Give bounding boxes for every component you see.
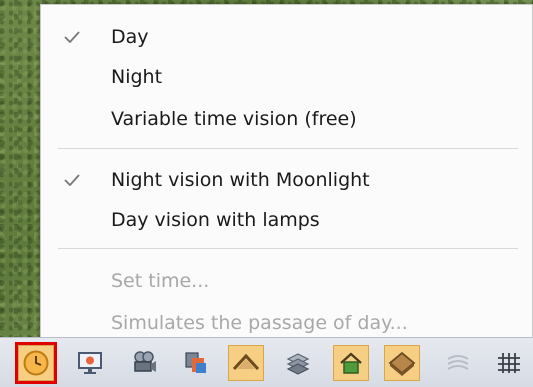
menu-item-label: Variable time vision (free): [111, 108, 357, 130]
menu-item-day[interactable]: Day: [41, 18, 532, 56]
house-icon: [340, 352, 362, 374]
menu-item-night[interactable]: Night: [41, 58, 532, 96]
checkmark-icon: [61, 26, 83, 48]
menu-item-label: Night: [111, 66, 163, 88]
clock-icon: [23, 350, 49, 376]
display-button[interactable]: [72, 345, 108, 381]
house-button[interactable]: [333, 345, 369, 381]
camera-button[interactable]: [126, 345, 162, 381]
walls-icon: [286, 353, 310, 375]
menu-item-label: Day vision with lamps: [111, 209, 320, 231]
floor-button[interactable]: [384, 345, 420, 381]
monitor-icon: [78, 352, 102, 374]
menu-item-label: Night vision with Moonlight: [111, 169, 370, 191]
roof-button[interactable]: [228, 345, 264, 381]
menu-separator: [58, 148, 518, 149]
bottom-toolbar: [0, 337, 533, 387]
menu-separator: [58, 248, 518, 249]
walls-button[interactable]: [280, 345, 316, 381]
menu-item-day-vision-lamps[interactable]: Day vision with lamps: [41, 201, 532, 239]
menu-item-night-vision-moonlight[interactable]: Night vision with Moonlight: [41, 161, 532, 199]
floor-icon: [388, 351, 416, 376]
grid-button[interactable]: [490, 345, 526, 381]
time-of-day-menu: Day Night Variable time vision (free) Ni…: [40, 4, 533, 342]
checkmark-icon: [61, 169, 83, 191]
time-of-day-button[interactable]: [15, 342, 57, 384]
menu-item-label: Simulates the passage of day...: [111, 312, 408, 334]
menu-item-label: Day: [111, 26, 149, 48]
terrain-button[interactable]: [440, 345, 476, 381]
menu-item-variable-time-vision[interactable]: Variable time vision (free): [41, 100, 532, 138]
layers-icon: [185, 352, 206, 373]
menu-item-set-time: Set time...: [41, 262, 532, 300]
ripple-icon: [447, 355, 469, 370]
layers-button[interactable]: [178, 345, 214, 381]
roof-icon: [232, 353, 260, 371]
menu-item-label: Set time...: [111, 270, 210, 292]
grid-icon: [498, 353, 520, 373]
camera-icon: [134, 351, 156, 372]
